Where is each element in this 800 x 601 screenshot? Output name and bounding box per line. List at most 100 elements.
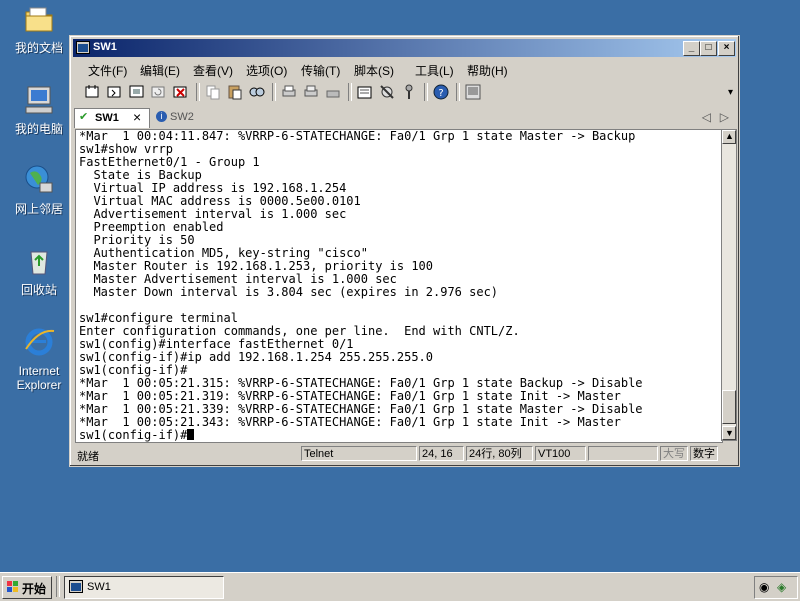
terminal-line: Enter configuration commands, one per li… xyxy=(79,324,520,338)
minimize-icon: _ xyxy=(688,42,695,53)
app-icon xyxy=(76,41,90,54)
menu-tools[interactable]: 工具(L) xyxy=(415,62,454,79)
key-map-icon[interactable] xyxy=(400,83,418,101)
status-terminal-size: 24行, 80列 xyxy=(466,446,533,461)
print-icon[interactable] xyxy=(280,83,298,101)
desktop-icon-my-computer[interactable]: 我的电脑 xyxy=(3,83,75,136)
terminal-line: sw1(config-if)# xyxy=(79,363,188,377)
toolbar-overflow-icon[interactable]: ▾ xyxy=(728,87,733,98)
taskbar: 开始 SW1 ◉ ◈ xyxy=(0,572,800,601)
close-icon: × xyxy=(723,42,730,53)
tab-scroll-right-icon[interactable]: ▷ xyxy=(720,110,729,124)
terminal-line: sw1#configure terminal xyxy=(79,311,238,325)
paste-icon[interactable] xyxy=(226,83,244,101)
terminal-line: Master Router is 192.168.1.253, priority… xyxy=(93,259,434,273)
terminal-line: *Mar 1 00:05:21.343: %VRRP-6-STATECHANGE… xyxy=(79,415,621,429)
close-button[interactable]: × xyxy=(718,41,735,56)
desktop-icon-recycle-bin[interactable]: 回收站 xyxy=(3,244,75,297)
reconnect-icon[interactable] xyxy=(150,83,168,101)
minimize-button[interactable]: _ xyxy=(683,41,700,56)
scroll-up-button[interactable]: ▲ xyxy=(722,130,736,144)
title-bar[interactable]: SW1 _ □ × xyxy=(73,39,736,57)
terminal-line: Advertisement interval is 1.000 sec xyxy=(93,207,347,221)
status-bar: 就绪 Telnet 24, 16 24行, 80列 VT100 大写 数字 xyxy=(73,445,736,463)
menu-script[interactable]: 脚本(S) xyxy=(354,62,394,79)
toolbar-separator xyxy=(456,83,460,101)
status-emulation: VT100 xyxy=(535,446,586,461)
terminal-line: Preemption enabled xyxy=(93,220,224,234)
recycle-bin-icon xyxy=(30,251,48,275)
tab-sw1[interactable]: ✔ SW1 × xyxy=(74,108,150,128)
desktop-icon-my-documents[interactable]: 我的文档 xyxy=(3,2,75,55)
menu-file[interactable]: 文件(F) xyxy=(88,62,127,79)
connect-in-tab-icon[interactable] xyxy=(128,83,146,101)
terminal-line: *Mar 1 00:05:21.339: %VRRP-6-STATECHANGE… xyxy=(79,402,643,416)
tab-scroll-left-icon[interactable]: ◁ xyxy=(702,110,711,124)
scroll-thumb[interactable] xyxy=(722,390,736,424)
toolbar-separator xyxy=(272,83,276,101)
help-icon[interactable]: ? xyxy=(432,83,450,101)
arrow-down-icon: ▼ xyxy=(725,428,734,438)
scroll-down-button[interactable]: ▼ xyxy=(722,426,736,440)
session-options-icon[interactable] xyxy=(356,83,374,101)
terminal-line: Master Advertisement interval is 1.000 s… xyxy=(93,272,397,286)
terminal-line: Master Down interval is 3.804 sec (expir… xyxy=(93,285,499,299)
menu-help[interactable]: 帮助(H) xyxy=(467,62,508,79)
find-icon[interactable] xyxy=(248,83,266,101)
arrow-up-icon: ▲ xyxy=(725,131,734,141)
terminal-prompt: sw1(config-if)# xyxy=(79,428,188,442)
status-protocol: Telnet xyxy=(301,446,417,461)
volume-icon[interactable]: ◉ xyxy=(759,580,769,594)
securecrt-window: SW1 _ □ × 文件(F) 编辑(E) 查看(V) 选项(O) 传输(T) … xyxy=(69,35,740,467)
menu-view[interactable]: 查看(V) xyxy=(193,62,233,79)
terminal-line: State is Backup xyxy=(93,168,202,182)
toolbar-separator xyxy=(424,83,428,101)
copy-icon[interactable] xyxy=(204,83,222,101)
internet-explorer-icon xyxy=(25,328,55,356)
terminal-cursor xyxy=(187,429,195,440)
network-status-icon[interactable]: ◈ xyxy=(777,580,786,594)
close-tab-icon[interactable]: × xyxy=(133,109,141,125)
disconnect-icon[interactable] xyxy=(172,83,190,101)
menu-edit[interactable]: 编辑(E) xyxy=(140,62,180,79)
menu-bar: 文件(F) 编辑(E) 查看(V) 选项(O) 传输(T) 脚本(S) 工具(L… xyxy=(74,59,735,79)
global-options-icon[interactable] xyxy=(378,83,396,101)
terminal-line: *Mar 1 00:05:21.319: %VRRP-6-STATECHANGE… xyxy=(79,389,621,403)
maximize-button[interactable]: □ xyxy=(700,41,717,56)
status-ready: 就绪 xyxy=(77,451,99,463)
quick-connect-icon[interactable] xyxy=(106,83,124,101)
menu-options[interactable]: 选项(O) xyxy=(246,62,287,79)
start-button[interactable]: 开始 xyxy=(2,576,52,599)
desktop-icon-network-places[interactable]: 网上邻居 xyxy=(3,163,75,216)
maximize-icon: □ xyxy=(705,42,712,53)
print-selection-icon[interactable] xyxy=(302,83,320,101)
taskbar-divider xyxy=(56,576,60,597)
session-tabs: ✔ SW1 × i SW2 ◁ ▷ xyxy=(74,108,735,128)
terminal-line: FastEthernet0/1 - Group 1 xyxy=(79,155,260,169)
toolbar: ? ▾ xyxy=(74,81,735,105)
windows-logo-icon xyxy=(7,581,18,592)
window-title: SW1 xyxy=(93,41,117,53)
vertical-scrollbar[interactable]: ▲ ▼ xyxy=(721,129,737,441)
desktop-icon-internet-explorer[interactable]: Internet Explorer xyxy=(3,325,75,392)
terminal-line: Virtual IP address is 192.168.1.254 xyxy=(93,181,347,195)
menu-transfer[interactable]: 传输(T) xyxy=(301,62,340,79)
computer-icon xyxy=(25,86,53,114)
status-blank xyxy=(588,446,658,461)
terminal-line: Authentication MD5, key-string "cisco" xyxy=(93,246,368,260)
terminal-line: sw1#show vrrp xyxy=(79,142,173,156)
network-icon xyxy=(25,165,53,193)
sftp-icon[interactable] xyxy=(464,83,482,101)
info-icon: i xyxy=(156,111,167,122)
terminal-output: *Mar 1 00:04:11.847: %VRRP-6-STATECHANGE… xyxy=(79,130,643,442)
printer-setup-icon[interactable] xyxy=(324,83,342,101)
terminal-screen[interactable]: *Mar 1 00:04:11.847: %VRRP-6-STATECHANGE… xyxy=(75,129,723,443)
terminal-line: *Mar 1 00:05:21.315: %VRRP-6-STATECHANGE… xyxy=(79,376,643,390)
toolbar-separator xyxy=(196,83,200,101)
terminal-line: *Mar 1 00:04:11.847: %VRRP-6-STATECHANGE… xyxy=(79,129,636,143)
connect-icon[interactable] xyxy=(84,83,102,101)
taskbar-item-sw1[interactable]: SW1 xyxy=(64,576,224,599)
status-caps-lock: 大写 xyxy=(660,446,688,461)
tab-sw2[interactable]: i SW2 xyxy=(154,108,214,127)
system-tray: ◉ ◈ xyxy=(754,576,798,599)
